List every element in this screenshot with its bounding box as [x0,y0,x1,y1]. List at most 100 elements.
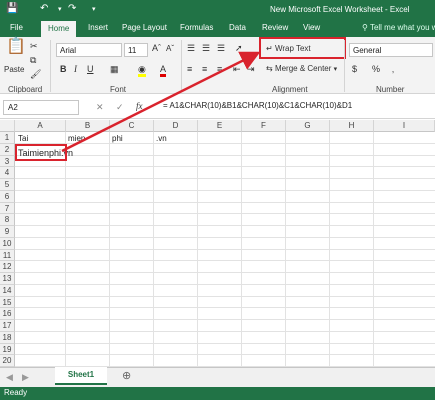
align-top-icon[interactable]: ☰ [187,42,195,54]
row-header[interactable]: 12 [0,261,15,273]
row-header[interactable]: 11 [0,249,15,262]
row-gridline [15,330,435,332]
column-header-g[interactable]: G [286,120,330,132]
formula-bar: A2 ✕ ✓ fx = A1&CHAR(10)&B1&CHAR(10)&C1&C… [0,95,435,119]
tab-home[interactable]: Home [41,21,77,37]
underline-icon[interactable]: U [87,63,94,75]
undo-icon[interactable]: ↶ [40,3,48,14]
group-label-alignment: Alignment [272,85,308,94]
row-header[interactable]: 8 [0,214,15,226]
row-gridline [15,283,435,285]
chevron-down-icon: ▾ [333,66,338,73]
row-header[interactable]: 7 [0,202,15,215]
column-header-d[interactable]: D [154,120,198,132]
fill-color-icon[interactable]: ◉ [138,63,146,77]
align-center-icon[interactable]: ≡ [202,63,207,75]
cell-b1[interactable]: mien [68,134,85,143]
row-header[interactable]: 9 [0,226,15,238]
cell-a1[interactable]: Tai [18,134,28,143]
row-header[interactable]: 2 [0,143,15,156]
new-sheet-icon[interactable]: ⊕ [122,370,131,382]
undo-dropdown-icon[interactable]: ▾ [58,5,62,13]
align-bottom-icon[interactable]: ☰ [217,42,225,54]
orientation-icon[interactable]: ➚ [235,42,243,54]
paste-icon[interactable]: 📋 [6,39,26,65]
row-header[interactable]: 13 [0,273,15,285]
column-header-e[interactable]: E [198,120,242,132]
font-size-select[interactable]: 11 [124,43,148,57]
paste-button[interactable]: Paste [4,64,24,76]
column-header-a[interactable]: A [15,120,66,132]
previous-sheet-icon[interactable]: ◀ [6,371,13,383]
align-right-icon[interactable]: ≡ [217,63,222,75]
insert-function-button[interactable]: fx [136,100,143,112]
tab-view[interactable]: View [303,23,320,32]
copy-icon[interactable]: ⧉ [30,54,36,66]
row-header[interactable]: 16 [0,308,15,320]
tab-formulas[interactable]: Formulas [180,23,213,32]
borders-icon[interactable]: ▦ [110,63,119,75]
wrap-text-highlight [259,37,346,59]
cancel-icon[interactable]: ✕ [96,101,104,113]
column-header-i[interactable]: I [374,120,435,132]
format-painter-icon[interactable]: 🖌 [30,68,41,80]
divider [181,40,182,92]
select-all-corner[interactable] [0,120,15,132]
row-header[interactable]: 20 [0,355,15,367]
row-header[interactable]: 4 [0,167,15,179]
increase-font-icon[interactable]: Aˆ [152,42,161,54]
merge-center-button[interactable]: ⇆ Merge & Center ▾ [266,63,337,76]
enter-icon[interactable]: ✓ [116,101,124,113]
row-header[interactable]: 17 [0,320,15,332]
row-gridline [15,166,435,168]
percent-style-icon[interactable]: % [372,63,380,75]
column-header-h[interactable]: H [330,120,374,132]
row-header[interactable]: 14 [0,284,15,297]
column-gridline [329,132,330,367]
worksheet-grid[interactable]: A B C D E F G H I 1 2 3 4 5 6 7 8 9 10 11 12 13 14 15 1… [0,51,435,367]
tab-file[interactable]: File [10,23,23,32]
tab-page-layout[interactable]: Page Layout [122,23,167,32]
row-header[interactable]: 1 [0,132,15,144]
font-color-icon[interactable]: A [160,63,167,77]
align-middle-icon[interactable]: ☰ [202,42,210,54]
sheet-tab-sheet1[interactable]: Sheet1 [55,367,107,385]
customize-qat-icon[interactable]: ▾ [92,5,96,13]
number-format-select[interactable]: General [349,43,433,57]
row-header[interactable]: 3 [0,155,15,168]
next-sheet-icon[interactable]: ▶ [22,371,29,383]
tell-me-box[interactable]: ⚲ Tell me what you w [362,23,435,32]
row-header[interactable]: 19 [0,343,15,356]
font-name-select[interactable]: Arial [56,43,122,57]
tab-data[interactable]: Data [229,23,246,32]
accounting-format-icon[interactable]: $ [352,63,357,75]
name-box[interactable]: A2 [3,100,79,115]
decrease-indent-icon[interactable]: ⇤ [233,63,241,75]
row-header[interactable]: 6 [0,190,15,203]
column-header-b[interactable]: B [66,120,110,132]
row-header[interactable]: 10 [0,237,15,250]
column-header-c[interactable]: C [110,120,154,132]
cell-c1[interactable]: phi [112,134,123,143]
row-header[interactable]: 5 [0,179,15,191]
row-gridline [15,236,435,238]
save-icon[interactable]: 💾 [6,3,18,14]
formula-input[interactable]: = A1&CHAR(10)&B1&CHAR(10)&C1&CHAR(10)&D1 [163,101,352,110]
decrease-font-icon[interactable]: Aˇ [166,43,174,55]
tab-review[interactable]: Review [262,23,288,32]
comma-style-icon[interactable]: ‚ [392,63,394,75]
row-header[interactable]: 18 [0,331,15,344]
row-header[interactable]: 15 [0,296,15,309]
column-gridline [197,132,198,367]
tab-insert[interactable]: Insert [88,23,108,32]
column-header-f[interactable]: F [242,120,286,132]
increase-indent-icon[interactable]: ⇥ [247,63,255,75]
italic-icon[interactable]: I [74,63,77,75]
cell-d1[interactable]: .vn [156,134,167,143]
bold-icon[interactable]: B [60,63,67,75]
column-gridline [373,132,374,367]
cut-icon[interactable]: ✂ [30,40,38,52]
align-left-icon[interactable]: ≡ [187,63,192,75]
redo-icon[interactable]: ↷ [68,3,76,14]
merge-center-icon: ⇆ [266,64,273,73]
